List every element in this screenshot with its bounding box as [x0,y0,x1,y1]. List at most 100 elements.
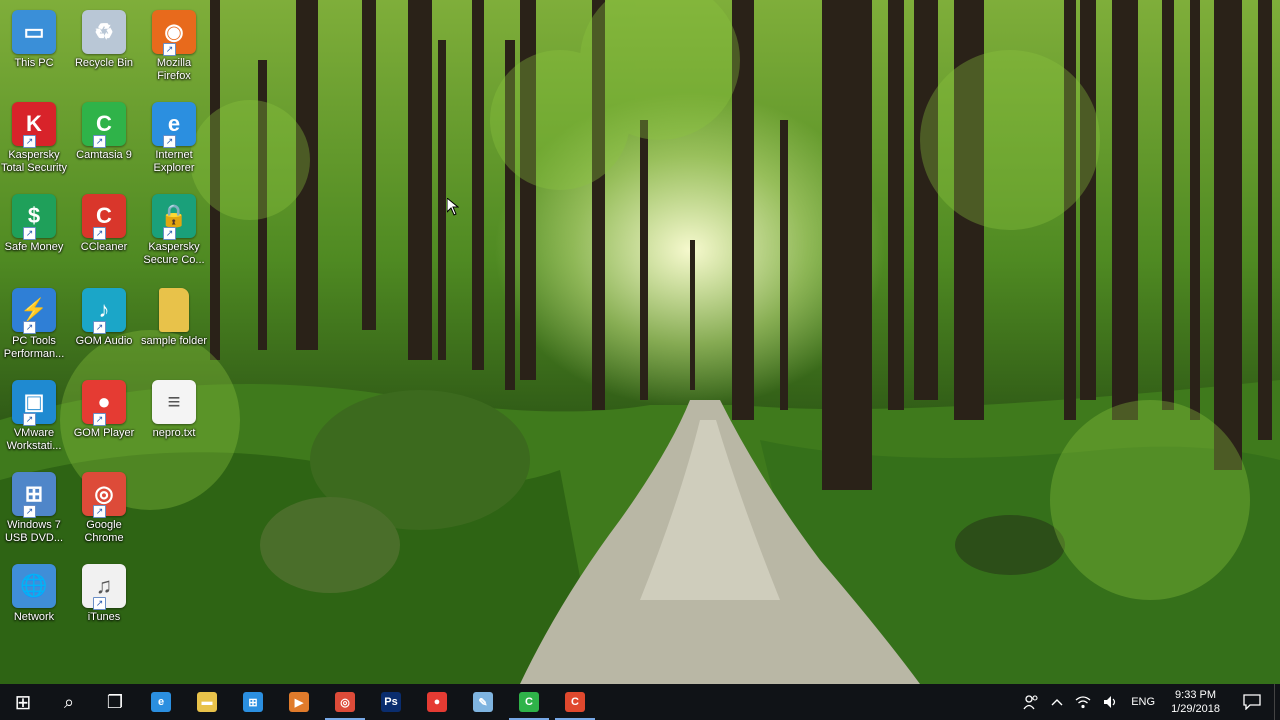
desktop-icon-image: e ↗ [152,98,196,148]
desktop-icon-label: Windows 7 USB DVD... [4,519,64,544]
desktop-icon[interactable]: ≡ nepro.txt [140,376,208,462]
windows-logo-icon: ⊞ [14,691,32,714]
desktop-icon[interactable]: ◉ ↗ Mozilla Firefox [140,6,208,92]
search-button[interactable]: ⌕ [46,684,92,720]
camtasia-icon: C [519,692,539,712]
taskbar-gom-player[interactable]: ● [414,684,460,720]
desktop-icon[interactable]: ● ↗ GOM Player [70,376,138,462]
desktop-icon-image: C ↗ [82,98,126,148]
search-icon: ⌕ [63,691,75,712]
taskbar-camtasia[interactable]: C [506,684,552,720]
chevron-up-icon[interactable] [1045,684,1069,720]
camtasia-recorder-icon: C [565,692,585,712]
desktop-icon[interactable]: ♻ Recycle Bin [70,6,138,92]
show-desktop-button[interactable] [1274,684,1280,720]
desktop-icon-image: ♪ ↗ [82,284,126,334]
action-center-icon[interactable] [1230,684,1274,720]
desktop-icon-label: This PC [14,57,54,69]
media-player-icon: ▶ [289,692,309,712]
shortcut-arrow-icon: ↗ [163,43,176,56]
desktop-icon[interactable]: C ↗ Camtasia 9 [70,98,138,184]
shortcut-arrow-icon: ↗ [23,413,36,426]
desktop-icon-label: sample folder [140,335,208,347]
desktop-icon[interactable]: 🔒 ↗ Kaspersky Secure Co... [140,190,208,276]
photoshop-icon: Ps [381,692,401,712]
shortcut-arrow-icon: ↗ [93,227,106,240]
mouse-pointer-icon [447,198,459,216]
desktop-icon[interactable]: C ↗ CCleaner [70,190,138,276]
desktop-icon[interactable]: ▭ This PC [0,6,68,92]
clock[interactable]: 9:33 PM 1/29/2018 [1161,688,1230,716]
edge-icon: e [151,692,171,712]
desktop-icon[interactable]: ⚡ ↗ PC Tools Performan... [0,284,68,370]
clock-time: 9:33 PM [1175,689,1217,701]
text-file-icon: ≡ [152,380,196,424]
desktop-icon[interactable]: K ↗ Kaspersky Total Security [0,98,68,184]
taskbar-store[interactable]: ⊞ [230,684,276,720]
notepad-icon: ✎ [473,692,493,712]
desktop-icon-label: Network [13,611,55,623]
desktop-icon-label: Mozilla Firefox [156,57,192,82]
desktop-icon[interactable]: ◎ ↗ Google Chrome [70,468,138,554]
language-indicator[interactable]: ENG [1125,684,1161,720]
desktop-icon-label: Camtasia 9 [76,149,132,161]
wifi-icon[interactable] [1069,684,1097,720]
desktop-icon-label: PC Tools Performan... [3,335,65,360]
shortcut-arrow-icon: ↗ [93,135,106,148]
desktop-icon[interactable]: ♫ ↗ iTunes [70,560,138,646]
desktop-icon[interactable]: ⊞ ↗ Windows 7 USB DVD... [0,468,68,554]
desktop-icon-label: GOM Audio [75,335,133,347]
desktop-icon-image: 🔒 ↗ [152,190,196,240]
taskbar-file-explorer[interactable]: ▬ [184,684,230,720]
shortcut-arrow-icon: ↗ [93,505,106,518]
taskbar: ⊞ ⌕ ❐ e ▬ ⊞ ▶ ◎ Ps ● ✎ C C ENG 9:33 PM 1/29/2018 [0,684,1280,720]
taskbar-edge[interactable]: e [138,684,184,720]
taskbar-notepad[interactable]: ✎ [460,684,506,720]
desktop-icon-label: CCleaner [80,241,128,253]
taskbar-media[interactable]: ▶ [276,684,322,720]
desktop-icon-image: 🌐 [12,560,56,608]
task-view-button[interactable]: ❐ [92,684,138,720]
desktop-icon-label: Kaspersky Secure Co... [143,241,205,266]
desktop-icon-label: Internet Explorer [153,149,195,174]
desktop-icon-image: ▭ [12,6,56,54]
desktop-icon[interactable]: ♪ ↗ GOM Audio [70,284,138,370]
desktop-icon-label: nepro.txt [152,427,196,439]
desktop-icon-image: ⚡ ↗ [12,284,56,334]
people-icon[interactable] [1017,684,1045,720]
desktop-icon-image: $ ↗ [12,190,56,240]
gom-player-icon: ● [427,692,447,712]
desktop-icon-label: iTunes [87,611,121,623]
system-tray: ENG 9:33 PM 1/29/2018 [1017,684,1280,720]
shortcut-arrow-icon: ↗ [23,135,36,148]
desktop-icon[interactable]: $ ↗ Safe Money [0,190,68,276]
shortcut-arrow-icon: ↗ [23,321,36,334]
desktop-icon-label: VMware Workstati... [6,427,62,452]
desktop-icon-image: ● ↗ [82,376,126,426]
taskbar-chrome[interactable]: ◎ [322,684,368,720]
shortcut-arrow-icon: ↗ [93,321,106,334]
desktop-icon-label: Safe Money [4,241,64,253]
taskbar-photoshop[interactable]: Ps [368,684,414,720]
volume-icon[interactable] [1097,684,1125,720]
start-button[interactable]: ⊞ [0,684,46,720]
this-pc-icon: ▭ [12,10,56,54]
recycle-bin-icon: ♻ [82,10,126,54]
desktop-icon[interactable]: 🌐 Network [0,560,68,646]
desktop-icon-image: ♫ ↗ [82,560,126,610]
desktop-icon-image: ◎ ↗ [82,468,126,518]
taskbar-app-buttons: ⊞ ⌕ ❐ e ▬ ⊞ ▶ ◎ Ps ● ✎ C C [0,684,598,720]
shortcut-arrow-icon: ↗ [23,505,36,518]
task-view-icon: ❐ [106,691,124,712]
desktop-icon-image: ♻ [82,6,126,54]
taskbar-camtasia-recorder[interactable]: C [552,684,598,720]
network-icon: 🌐 [12,564,56,608]
shortcut-arrow-icon: ↗ [163,135,176,148]
desktop-icon[interactable]: e ↗ Internet Explorer [140,98,208,184]
file-explorer-icon: ▬ [197,692,217,712]
desktop-icon-label: Recycle Bin [74,57,134,69]
desktop-icon[interactable]: sample folder [140,284,208,370]
chrome-icon: ◎ [335,692,355,712]
desktop-icon[interactable]: ▣ ↗ VMware Workstati... [0,376,68,462]
desktop-icon-image: ≡ [152,376,196,424]
